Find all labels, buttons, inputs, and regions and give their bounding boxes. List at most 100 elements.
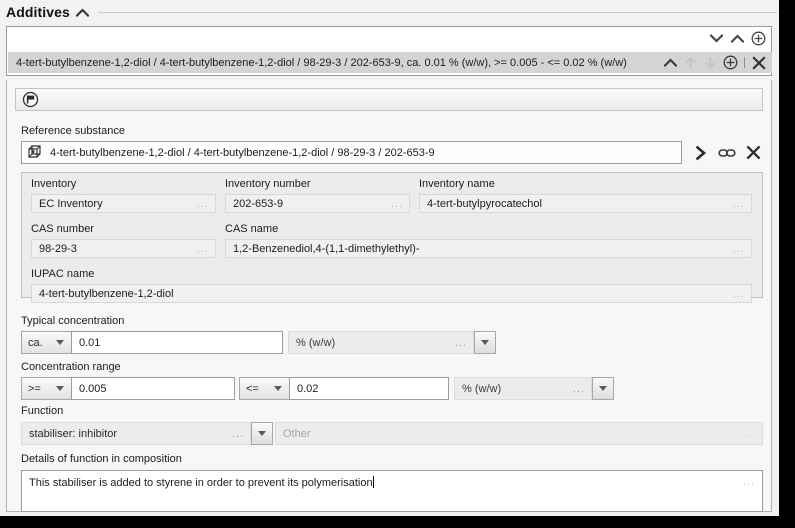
details-label: Details of function in composition	[21, 453, 182, 465]
ellipsis-icon[interactable]: ...	[573, 383, 591, 395]
concentration-range-upper-value: 0.02	[297, 382, 319, 395]
plus-circle-icon[interactable]	[722, 54, 739, 71]
inventory-name-field[interactable]: 4-tert-butylpyrocatechol ...	[419, 194, 752, 213]
inventory-number-label: Inventory number	[225, 178, 311, 190]
chevron-down-icon	[599, 386, 607, 391]
typical-concentration-qualifier-value: ca.	[28, 336, 43, 349]
details-textarea[interactable]: This stabiliser is added to styrene in o…	[21, 470, 763, 512]
chevron-up-icon[interactable]	[76, 5, 90, 19]
cas-number-field[interactable]: 98-29-3 ...	[31, 239, 216, 258]
chevron-down-icon	[274, 386, 282, 391]
ellipsis-icon[interactable]: ...	[733, 198, 751, 210]
close-icon[interactable]	[750, 54, 767, 71]
ellipsis-icon[interactable]: ...	[733, 243, 751, 255]
iupac-name-field[interactable]: 4-tert-butylbenzene-1,2-diol ...	[31, 284, 752, 303]
typical-concentration-unit-dropdown[interactable]	[474, 331, 496, 354]
inventory-name-value: 4-tert-butylpyrocatechol	[427, 197, 542, 210]
arrow-down-icon	[702, 54, 719, 71]
additives-list-panel: 4-tert-butylbenzene-1,2-diol / 4-tert-bu…	[6, 26, 772, 76]
function-other-field[interactable]: Other ...	[275, 422, 763, 445]
arrow-up-icon	[682, 54, 699, 71]
molecule-icon	[25, 143, 45, 162]
details-value-wrapper: This stabiliser is added to styrene in o…	[29, 476, 374, 489]
concentration-range-lower-value: 0.005	[79, 382, 107, 395]
list-item[interactable]: 4-tert-butylbenzene-1,2-diol / 4-tert-bu…	[8, 52, 772, 73]
flag-toolbar	[15, 88, 763, 111]
section-header: Additives	[0, 0, 779, 24]
function-label: Function	[21, 405, 64, 417]
cas-name-value: 1,2-Benzenediol,4-(1,1-dimethylethyl)-	[233, 242, 420, 255]
chevron-up-icon[interactable]	[729, 30, 746, 47]
cas-name-label: CAS name	[225, 223, 279, 235]
chevron-down-icon	[56, 386, 64, 391]
reference-substance-row: 4-tert-butylbenzene-1,2-diol / 4-tert-bu…	[21, 141, 763, 164]
typical-concentration-unit-field[interactable]: % (w/w) ...	[288, 331, 474, 354]
chevron-down-icon	[481, 340, 489, 345]
chevron-down-icon[interactable]	[708, 30, 725, 47]
close-icon[interactable]	[743, 143, 763, 163]
chevron-down-icon	[258, 431, 266, 436]
ellipsis-icon[interactable]: ...	[232, 428, 250, 440]
concentration-range-unit-dropdown[interactable]	[592, 377, 614, 400]
details-value: This stabiliser is added to styrene in o…	[29, 477, 373, 489]
inventory-number-field[interactable]: 202-653-9 ...	[225, 194, 410, 213]
page-title: Additives	[6, 4, 70, 20]
flag-circle-icon[interactable]	[21, 91, 39, 109]
additives-panel: Additives 4-tert-butylbenzene-1,2-diol /…	[0, 0, 779, 516]
list-item-label: 4-tert-butylbenzene-1,2-diol / 4-tert-bu…	[16, 56, 627, 69]
chevron-up-icon[interactable]	[662, 54, 679, 71]
concentration-range-lower-qualifier-value: >=	[28, 382, 41, 395]
ellipsis-icon[interactable]: ...	[197, 198, 215, 210]
ellipsis-icon[interactable]: ...	[455, 337, 473, 349]
typical-concentration-label: Typical concentration	[21, 315, 125, 327]
text-cursor	[372, 476, 374, 488]
arrow-right-icon[interactable]	[691, 143, 711, 163]
bottom-gutter	[0, 516, 795, 528]
concentration-range-upper-input[interactable]: 0.02	[289, 377, 449, 400]
typical-concentration-unit-value: % (w/w)	[296, 336, 336, 349]
toolbar-divider	[744, 57, 745, 68]
concentration-range-upper-qualifier-value: <=	[246, 382, 259, 395]
plus-circle-icon[interactable]	[750, 30, 767, 47]
iupac-name-label: IUPAC name	[31, 268, 95, 280]
concentration-range-unit-field[interactable]: % (w/w) ...	[454, 377, 592, 400]
inventory-field[interactable]: EC Inventory ...	[31, 194, 216, 213]
function-value: stabiliser: inhibitor	[29, 427, 118, 440]
ellipsis-icon[interactable]: ...	[743, 476, 755, 488]
right-gutter	[779, 0, 795, 528]
cas-number-value: 98-29-3	[39, 242, 77, 255]
reference-substance-field[interactable]: 4-tert-butylbenzene-1,2-diol / 4-tert-bu…	[21, 141, 682, 164]
chevron-down-icon	[56, 340, 64, 345]
iupac-name-value: 4-tert-butylbenzene-1,2-diol	[39, 287, 174, 300]
cas-name-field[interactable]: 1,2-Benzenediol,4-(1,1-dimethylethyl)- .…	[225, 239, 752, 258]
inventory-label: Inventory	[31, 178, 77, 190]
concentration-range-upper-qualifier-select[interactable]: <=	[239, 377, 290, 400]
inventory-value: EC Inventory	[39, 197, 103, 210]
function-other-placeholder: Other	[283, 427, 311, 440]
reference-substance-actions	[682, 143, 763, 163]
function-dropdown[interactable]	[251, 422, 273, 445]
inventory-number-value: 202-653-9	[233, 197, 284, 210]
ellipsis-icon[interactable]: ...	[197, 243, 215, 255]
ellipsis-icon[interactable]: ...	[744, 428, 762, 440]
concentration-range-unit-value: % (w/w)	[462, 382, 502, 395]
function-field[interactable]: stabiliser: inhibitor ...	[21, 422, 251, 445]
header-divider	[97, 11, 777, 13]
concentration-range-lower-input[interactable]: 0.005	[71, 377, 235, 400]
inventory-name-label: Inventory name	[419, 178, 495, 190]
ellipsis-icon[interactable]: ...	[391, 198, 409, 210]
cas-number-label: CAS number	[31, 223, 94, 235]
additive-detail-form: Reference substance 4-tert-butylbenzene-…	[6, 80, 772, 512]
typical-concentration-value: 0.01	[79, 336, 101, 349]
list-toolbar	[708, 29, 767, 47]
typical-concentration-input[interactable]: 0.01	[71, 331, 283, 354]
typical-concentration-qualifier-select[interactable]: ca.	[21, 331, 72, 354]
list-item-tools	[662, 54, 772, 71]
link-icon[interactable]	[717, 143, 737, 163]
reference-substance-value: 4-tert-butylbenzene-1,2-diol / 4-tert-bu…	[50, 146, 435, 159]
reference-substance-label: Reference substance	[21, 125, 125, 137]
inventory-grid: Inventory Inventory number Inventory nam…	[21, 172, 763, 303]
concentration-range-label: Concentration range	[21, 361, 121, 373]
concentration-range-lower-qualifier-select[interactable]: >=	[21, 377, 72, 400]
ellipsis-icon[interactable]: ...	[733, 288, 751, 300]
